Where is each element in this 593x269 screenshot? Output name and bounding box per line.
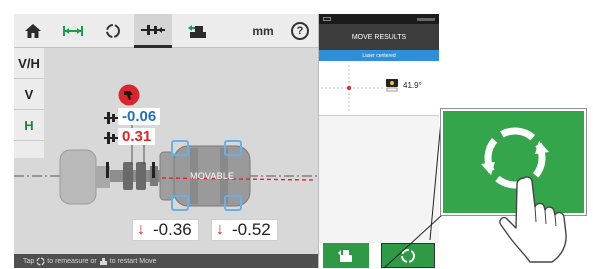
foot-front-value: -0.36 — [153, 220, 192, 239]
tab-h-label: H — [24, 117, 34, 133]
move-button[interactable] — [180, 14, 214, 48]
hand-pointer-icon — [499, 176, 567, 263]
status-text-start: Tap — [23, 257, 35, 265]
system-status-bar — [319, 14, 439, 24]
sensor-angle-icon — [386, 79, 398, 92]
vertical-coupling-icon — [104, 112, 118, 124]
angle-value: 41.9° — [403, 81, 422, 90]
tab-vh[interactable]: V/H — [14, 48, 44, 79]
arrow-down-icon: ↓ — [216, 221, 224, 238]
foot-back-value-box: ↓ -0.52 — [211, 219, 278, 241]
remeasure-button[interactable] — [381, 243, 435, 268]
help-button[interactable]: ? — [286, 14, 314, 48]
crosshair-icon — [321, 65, 385, 112]
measure-icon — [106, 24, 120, 38]
results-actions — [319, 243, 439, 268]
measure-button[interactable] — [99, 14, 127, 48]
tab-v[interactable]: V — [14, 79, 44, 110]
horizontal-coupling-icon — [104, 132, 118, 144]
coupling-button[interactable] — [134, 14, 172, 48]
thumbs-down-icon — [118, 84, 140, 106]
unit-button[interactable]: mm — [248, 14, 278, 48]
remeasure-icon — [401, 248, 415, 263]
results-title: MOVE RESULTS — [319, 24, 439, 50]
coupling-icon — [141, 24, 165, 35]
home-icon — [25, 24, 41, 38]
restart-move-button[interactable] — [323, 243, 369, 268]
restart-move-icon — [338, 249, 352, 262]
home-button[interactable] — [18, 14, 48, 48]
restart-move-icon — [99, 257, 107, 265]
arrow-down-icon: ↓ — [137, 221, 145, 238]
view-tabs: V/H V H — [14, 48, 44, 158]
tab-vh-label: V/H — [18, 55, 40, 71]
foot-back-value: -0.52 — [232, 220, 271, 239]
laser-status: Laser centered — [319, 50, 439, 61]
dimensions-icon — [63, 26, 83, 36]
laser-target: 41.9° — [319, 61, 439, 116]
status-text-middle: to remeasure or — [47, 257, 97, 265]
unit-label: mm — [252, 24, 274, 38]
coupling-vertical-value: -0.06 — [118, 108, 161, 125]
status-text-end: to restart Move — [109, 257, 157, 265]
device-screen: mm ? -0.06 0.31 MOVABLE ↓ -0.36 ↓ -0.52 … — [14, 14, 439, 268]
alignment-view: -0.06 0.31 MOVABLE ↓ -0.36 ↓ -0.52 — [14, 48, 318, 254]
dimensions-button[interactable] — [58, 14, 88, 48]
move-results-panel: MOVE RESULTS Laser centered 41.9° — [318, 14, 439, 268]
movable-label: MOVABLE — [190, 171, 235, 181]
status-bar: Tap to remeasure or to restart Move — [14, 254, 318, 268]
battery-icon — [323, 17, 331, 21]
tab-v-label: V — [24, 86, 34, 102]
help-icon: ? — [291, 22, 309, 40]
tab-h[interactable]: H — [14, 110, 44, 141]
remeasure-icon — [36, 256, 45, 266]
clock-icon — [417, 17, 435, 21]
coupling-horizontal-value: 0.31 — [118, 128, 156, 145]
toolbar: mm ? — [14, 14, 318, 48]
move-icon — [188, 25, 206, 38]
foot-front-value-box: ↓ -0.36 — [132, 219, 199, 241]
